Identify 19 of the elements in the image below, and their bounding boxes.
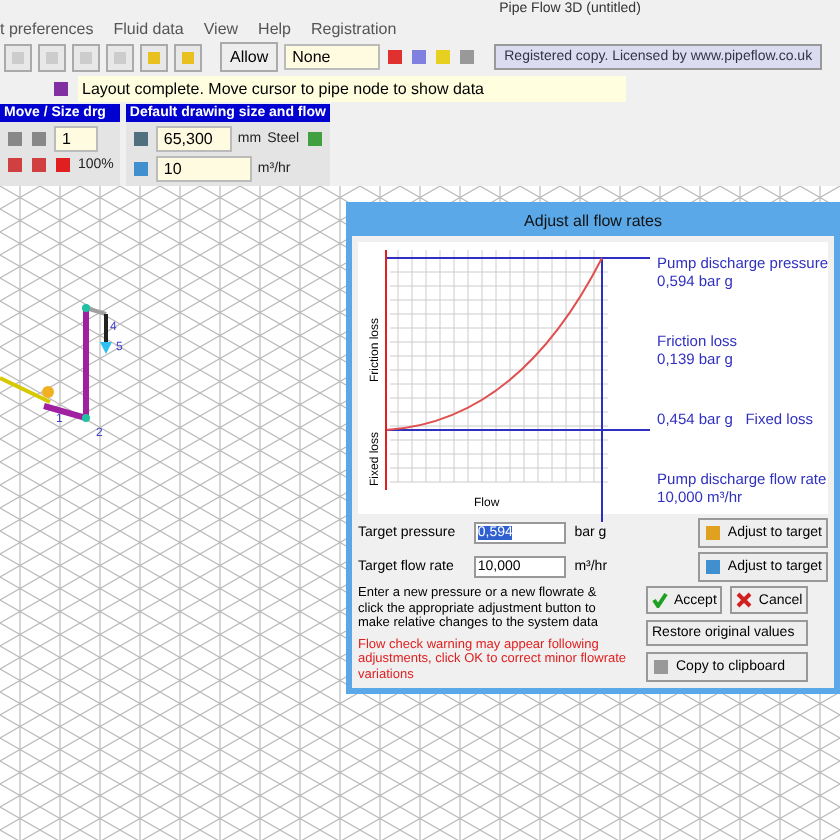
- toolbar-button[interactable]: [174, 43, 202, 71]
- flow-field[interactable]: 10: [155, 156, 252, 182]
- toolbar-button[interactable]: [106, 43, 134, 71]
- menu-item[interactable]: t preferences: [0, 20, 94, 38]
- step-field[interactable]: 1: [54, 126, 98, 152]
- toolbar-button[interactable]: [140, 43, 168, 71]
- status-message: Layout complete. Move cursor to pipe node to show data: [78, 76, 626, 102]
- toolbar-button[interactable]: [38, 43, 66, 71]
- menu-item[interactable]: Help: [258, 20, 291, 38]
- node-field[interactable]: None: [284, 44, 381, 70]
- toolbar-button[interactable]: [72, 43, 100, 71]
- cross-icon: [736, 592, 753, 608]
- size-field[interactable]: 65,300: [155, 126, 232, 152]
- menu-item[interactable]: Fluid data: [113, 20, 184, 38]
- menu-item[interactable]: Registration: [311, 20, 397, 38]
- menu-item[interactable]: View: [203, 20, 239, 38]
- dialog-title: Adjust all flow rates: [522, 210, 664, 234]
- allow-button[interactable]: Allow: [220, 42, 279, 72]
- toolbar-button[interactable]: [4, 43, 32, 71]
